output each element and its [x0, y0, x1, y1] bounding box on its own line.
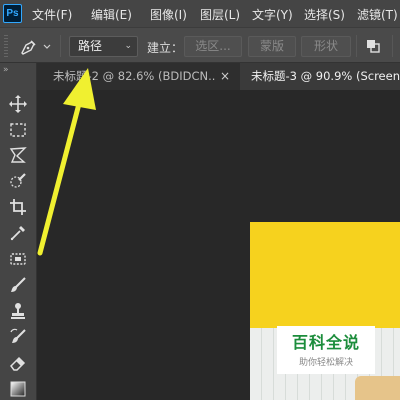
lasso-icon[interactable]	[8, 145, 28, 165]
options-separator	[392, 35, 393, 57]
menu-image[interactable]: 图像(I)	[150, 6, 187, 23]
move-icon[interactable]	[8, 94, 28, 114]
watermark-label: 百科全说 助你轻松解决	[277, 326, 375, 374]
document-cracker-image	[355, 376, 400, 400]
pen-icon[interactable]	[19, 36, 53, 56]
path-operations-icon[interactable]	[364, 37, 382, 55]
document-banner	[250, 222, 400, 328]
menu-file[interactable]: 文件(F)	[32, 6, 72, 23]
menu-layer[interactable]: 图层(L)	[200, 6, 240, 23]
options-separator	[60, 35, 61, 57]
tool-mode-value: 路径	[78, 39, 103, 53]
make-selection-button[interactable]: 选区...	[184, 36, 242, 57]
menu-filter[interactable]: 滤镜(T)	[357, 6, 398, 23]
menu-edit[interactable]: 编辑(E)	[91, 6, 132, 23]
tab-untitled-3[interactable]: 未标题-3 @ 90.9% (Screensh	[240, 63, 400, 90]
tools-panel: »	[0, 63, 37, 400]
make-mask-button[interactable]: 蒙版	[248, 36, 296, 57]
close-icon[interactable]: ×	[220, 63, 230, 90]
menu-select[interactable]: 选择(S)	[304, 6, 345, 23]
options-bar: 路径 ⌄ 建立： 选区... 蒙版 形状	[0, 27, 400, 63]
options-bar-grip[interactable]	[4, 35, 8, 57]
tab-untitled-2[interactable]: 未标题-2 @ 82.6% (BDIDCN...	[42, 63, 216, 90]
app-logo[interactable]: Ps	[3, 4, 22, 23]
chevron-down-icon: ⌄	[124, 41, 132, 51]
photoshop-window: Ps 文件(F) 编辑(E) 图像(I) 图层(L) 文字(Y) 选择(S) 滤…	[0, 0, 400, 400]
menu-type[interactable]: 文字(Y)	[252, 6, 293, 23]
options-separator	[356, 35, 357, 57]
document-tabs: 未标题-2 @ 82.6% (BDIDCN... × 未标题-3 @ 90.9%…	[0, 63, 400, 90]
make-label: 建立：	[147, 41, 184, 55]
eraser-icon[interactable]	[8, 353, 28, 373]
make-shape-button[interactable]: 形状	[301, 36, 351, 57]
brush-icon[interactable]	[8, 275, 28, 295]
crop-icon[interactable]	[8, 197, 28, 217]
menu-bar: Ps 文件(F) 编辑(E) 图像(I) 图层(L) 文字(Y) 选择(S) 滤…	[0, 0, 400, 27]
stamp-icon[interactable]	[8, 301, 28, 321]
history-brush-icon[interactable]	[8, 327, 28, 347]
healing-icon[interactable]	[8, 249, 28, 269]
marquee-icon[interactable]	[8, 120, 28, 140]
tool-mode-dropdown[interactable]: 路径 ⌄	[69, 36, 138, 57]
gradient-icon[interactable]	[8, 379, 28, 399]
eyedropper-icon[interactable]	[8, 223, 28, 243]
quick-select-icon[interactable]	[8, 171, 28, 191]
collapse-icon[interactable]: »	[3, 65, 8, 75]
watermark-title: 百科全说	[291, 333, 360, 352]
watermark-subtitle: 助你轻松解决	[298, 358, 353, 368]
